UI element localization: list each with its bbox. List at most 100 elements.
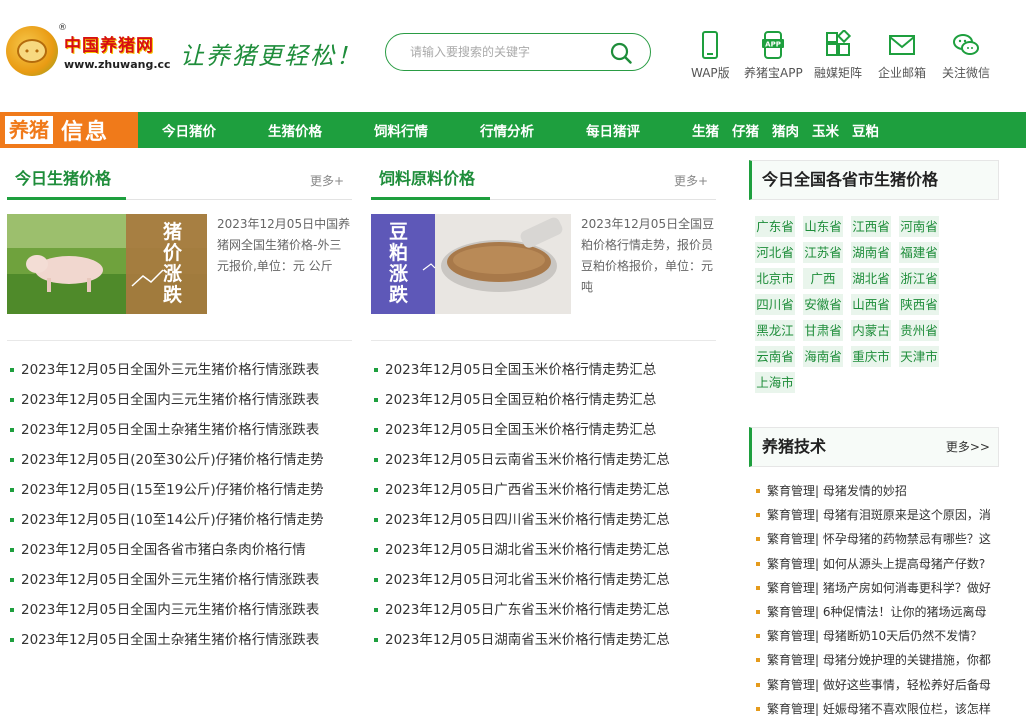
tech-item-title: 如何从源头上提高母猪产仔数? <box>822 556 986 571</box>
tech-item[interactable]: 繁育管理| 母猪发情的妙招 <box>749 479 999 503</box>
province-link[interactable]: 江苏省 <box>803 242 843 263</box>
province-link[interactable]: 四川省 <box>755 294 795 315</box>
wechat-icon <box>953 34 979 55</box>
province-grid: 广东省 山东省 江西省 河南省 河北省 江苏省 湖南省 福建省 北京市 广西 湖… <box>749 216 994 398</box>
feature-summary[interactable]: 2023年12月05日全国豆粕价格行情走势，报价员豆粕价格报价，单位：元吨 <box>581 214 716 314</box>
app-icon: APP <box>762 31 785 59</box>
nav-item-today-price[interactable]: 今日猪价 <box>162 120 216 140</box>
province-link[interactable]: 山西省 <box>851 294 891 315</box>
nav-item-feed[interactable]: 饲料行情 <box>374 120 428 140</box>
list-item[interactable]: 2023年12月05日广东省玉米价格行情走势汇总 <box>371 595 716 625</box>
nav-tag-piglet[interactable]: 仔猪 <box>732 120 759 140</box>
list-item[interactable]: 2023年12月05日四川省玉米价格行情走势汇总 <box>371 505 716 535</box>
province-link[interactable]: 上海市 <box>755 372 795 393</box>
list-item[interactable]: 2023年12月05日全国玉米价格行情走势汇总 <box>371 355 716 385</box>
tech-item-category: 繁育管理 <box>767 629 816 644</box>
province-link[interactable]: 山东省 <box>803 216 843 237</box>
province-link[interactable]: 湖南省 <box>851 242 891 263</box>
province-link[interactable]: 广西 <box>803 268 843 289</box>
province-link[interactable]: 内蒙古 <box>851 320 891 341</box>
feature-image[interactable]: 猪价涨跌 <box>7 214 207 314</box>
list-item[interactable]: 2023年12月05日(10至14公斤)仔猪价格行情走势 <box>7 505 352 535</box>
feature-image[interactable]: 豆粕涨跌 <box>371 214 571 314</box>
tech-item[interactable]: 繁育管理| 猪场产房如何消毒更科学？做好 <box>749 576 999 600</box>
registered-mark: ® <box>58 23 67 33</box>
quick-link-app[interactable]: APP 养猪宝APP <box>744 30 803 81</box>
tech-item[interactable]: 繁育管理| 母猪有泪斑原来是这个原因，消 <box>749 503 999 527</box>
province-link[interactable]: 河北省 <box>755 242 795 263</box>
province-link[interactable]: 贵州省 <box>899 320 939 341</box>
list-item[interactable]: 2023年12月05日(15至19公斤)仔猪价格行情走势 <box>7 475 352 505</box>
nav-item-daily-review[interactable]: 每日猪评 <box>586 120 640 140</box>
nav-tag-corn[interactable]: 玉米 <box>812 120 839 140</box>
list-item[interactable]: 2023年12月05日湖北省玉米价格行情走势汇总 <box>371 535 716 565</box>
province-link[interactable]: 海南省 <box>803 346 843 367</box>
search-input[interactable] <box>410 45 600 59</box>
feed-price-section: 饲料原料价格 更多+ 豆粕涨跌 2023年12月05日全国豆粕价格行情走势，报价… <box>371 160 716 655</box>
province-link[interactable]: 重庆市 <box>851 346 891 367</box>
province-link[interactable]: 陕西省 <box>899 294 939 315</box>
quick-link-wap[interactable]: WAP版 <box>691 30 730 81</box>
list-item[interactable]: 2023年12月05日云南省玉米价格行情走势汇总 <box>371 445 716 475</box>
more-link[interactable]: 更多+ <box>674 172 708 189</box>
feature-summary[interactable]: 2023年12月05日中国养猪网全国生猪价格-外三元报价,单位：元 公斤 <box>217 214 352 314</box>
province-link[interactable]: 江西省 <box>851 216 891 237</box>
feature-article: 猪价涨跌 2023年12月05日中国养猪网全国生猪价格-外三元报价,单位：元 公… <box>7 214 352 314</box>
section-title[interactable]: 饲料原料价格 <box>371 160 491 200</box>
tech-item[interactable]: 繁育管理| 6种促情法！让你的猪场远离母 <box>749 600 999 624</box>
list-item[interactable]: 2023年12月05日湖南省玉米价格行情走势汇总 <box>371 625 716 655</box>
search-box <box>385 33 651 71</box>
tech-item[interactable]: 繁育管理| 妊娠母猪不喜欢限位栏，该怎样 <box>749 697 999 721</box>
quick-link-wechat[interactable]: 关注微信 <box>942 30 990 81</box>
quick-link-label: WAP版 <box>691 66 730 80</box>
logo-url: www.zhuwang.cc <box>64 58 171 71</box>
tech-section-header: 养猪技术 更多>> <box>749 427 999 467</box>
list-item[interactable]: 2023年12月05日全国内三元生猪价格行情涨跌表 <box>7 385 352 415</box>
site-logo[interactable]: • • ® 中国养猪网 www.zhuwang.cc <box>6 23 171 76</box>
tech-item[interactable]: 繁育管理| 母猪断奶10天后仍然不发情？ <box>749 624 999 648</box>
province-link[interactable]: 广东省 <box>755 216 795 237</box>
province-link[interactable]: 安徽省 <box>803 294 843 315</box>
site-header: • • ® 中国养猪网 www.zhuwang.cc 让养猪更轻松！ WAP版 … <box>0 0 1026 112</box>
province-link[interactable]: 黑龙江 <box>755 320 795 341</box>
tech-item[interactable]: 繁育管理| 怀孕母猪的药物禁忌有哪些？这 <box>749 527 999 551</box>
list-item[interactable]: 2023年12月05日广西省玉米价格行情走势汇总 <box>371 475 716 505</box>
tech-item[interactable]: 繁育管理| 母猪分娩护理的关键措施，你都 <box>749 648 999 672</box>
province-link[interactable]: 湖北省 <box>851 268 891 289</box>
nav-item-analysis[interactable]: 行情分析 <box>480 120 534 140</box>
search-icon[interactable] <box>610 42 632 64</box>
list-item[interactable]: 2023年12月05日(20至30公斤)仔猪价格行情走势 <box>7 445 352 475</box>
list-item[interactable]: 2023年12月05日全国玉米价格行情走势汇总 <box>371 415 716 445</box>
list-item[interactable]: 2023年12月05日全国土杂猪生猪价格行情涨跌表 <box>7 625 352 655</box>
quick-link-mail[interactable]: 企业邮箱 <box>878 30 926 81</box>
tech-item[interactable]: 繁育管理| 如何从源头上提高母猪产仔数? <box>749 552 999 576</box>
tech-section-title[interactable]: 养猪技术 <box>762 437 826 456</box>
province-link[interactable]: 浙江省 <box>899 268 939 289</box>
nav-tag-hog[interactable]: 生猪 <box>692 120 719 140</box>
list-item[interactable]: 2023年12月05日全国外三元生猪价格行情涨跌表 <box>7 565 352 595</box>
list-item[interactable]: 2023年12月05日全国外三元生猪价格行情涨跌表 <box>7 355 352 385</box>
list-item[interactable]: 2023年12月05日河北省玉米价格行情走势汇总 <box>371 565 716 595</box>
province-link[interactable]: 甘肃省 <box>803 320 843 341</box>
quick-link-matrix[interactable]: 融媒矩阵 <box>814 30 862 81</box>
list-item[interactable]: 2023年12月05日全国各省市猪白条肉价格行情 <box>7 535 352 565</box>
nav-tag-soymeal[interactable]: 豆粕 <box>852 120 879 140</box>
section-title[interactable]: 今日生猪价格 <box>7 160 127 200</box>
tech-item-category: 繁育管理 <box>767 677 816 692</box>
quick-link-label: 养猪宝APP <box>744 66 803 80</box>
province-link[interactable]: 河南省 <box>899 216 939 237</box>
more-link[interactable]: 更多>> <box>946 428 990 466</box>
list-item[interactable]: 2023年12月05日全国土杂猪生猪价格行情涨跌表 <box>7 415 352 445</box>
tech-item-title: 母猪发情的妙招 <box>822 484 907 498</box>
nav-item-hog-price[interactable]: 生猪价格 <box>268 120 322 140</box>
list-item[interactable]: 2023年12月05日全国内三元生猪价格行情涨跌表 <box>7 595 352 625</box>
province-section-title[interactable]: 今日全国各省市生猪价格 <box>749 160 999 200</box>
province-link[interactable]: 福建省 <box>899 242 939 263</box>
list-item[interactable]: 2023年12月05日全国豆粕价格行情走势汇总 <box>371 385 716 415</box>
more-link[interactable]: 更多+ <box>310 172 344 189</box>
province-link[interactable]: 北京市 <box>755 268 795 289</box>
province-link[interactable]: 天津市 <box>899 346 939 367</box>
tech-item[interactable]: 繁育管理| 做好这些事情，轻松养好后备母 <box>749 673 999 697</box>
province-link[interactable]: 云南省 <box>755 346 795 367</box>
nav-tag-pork[interactable]: 猪肉 <box>772 120 799 140</box>
